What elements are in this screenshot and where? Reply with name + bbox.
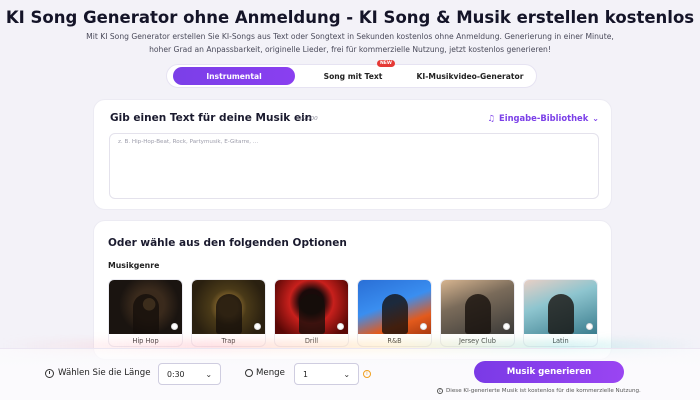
genre-card-jersey-club[interactable]: Jersey Club (440, 279, 515, 347)
quantity-select[interactable]: 1 ⌄ (294, 363, 359, 385)
latin-thumbnail (524, 280, 597, 334)
genre-radio[interactable] (254, 323, 261, 330)
quantity-label-text: Menge (256, 368, 285, 378)
info-icon[interactable]: i (363, 370, 371, 378)
tab-instrumental[interactable]: Instrumental (173, 67, 295, 85)
chevron-down-icon: ⌄ (205, 369, 212, 379)
page-subtitle: Mit KI Song Generator erstellen Sie KI-S… (86, 32, 614, 54)
genre-radio[interactable] (337, 323, 344, 330)
clock-icon (45, 368, 54, 378)
drill-thumbnail (275, 280, 348, 334)
length-select[interactable]: 0:30 ⌄ (158, 363, 221, 385)
hiphop-thumbnail (109, 280, 182, 334)
commercial-use-note: c Diese KI-generierte Musik ist kostenlo… (437, 388, 641, 394)
generate-label: Musik generieren (506, 367, 592, 377)
character-counter: 0/1000 (298, 116, 318, 122)
trap-thumbnail (192, 280, 265, 334)
tab-label: Song mit Text (323, 71, 383, 81)
options-card: Oder wähle aus den folgenden Optionen Mu… (93, 220, 612, 360)
input-library-button[interactable]: ♫ Eingabe-Bibliothek ⌄ (487, 113, 599, 123)
genre-card-drill[interactable]: Drill (274, 279, 349, 347)
mode-tabs: Instrumental Song mit Text NEW KI-Musikv… (166, 60, 537, 88)
new-badge: NEW (376, 60, 395, 67)
genre-radio[interactable] (503, 323, 510, 330)
quantity-value: 1 (303, 369, 308, 379)
tab-musikvideo-generator[interactable]: KI-Musikvideo-Generator (411, 67, 529, 85)
text-input-card: Gib einen Text für deine Musik ein 0/100… (93, 99, 612, 210)
library-label: Eingabe-Bibliothek (498, 113, 589, 123)
music-note-icon: ♫ (487, 113, 495, 123)
genre-radio[interactable] (586, 323, 593, 330)
quantity-label: Menge (245, 368, 285, 378)
jersey-club-thumbnail (441, 280, 514, 334)
copyright-icon: c (437, 388, 443, 394)
rnb-thumbnail (358, 280, 431, 334)
genre-radio[interactable] (171, 323, 178, 330)
music-prompt-textarea[interactable]: z. B. Hip-Hop-Beat, Rock, Partymusik, E-… (109, 133, 599, 199)
genre-card-trap[interactable]: Trap (191, 279, 266, 347)
chevron-down-icon: ⌄ (343, 369, 350, 379)
textarea-placeholder: z. B. Hip-Hop-Beat, Rock, Partymusik, E-… (118, 139, 259, 145)
chevron-down-icon: ⌄ (592, 113, 599, 123)
quantity-icon (245, 369, 253, 377)
input-card-title: Gib einen Text für deine Musik ein (110, 112, 313, 124)
tab-label: Instrumental (206, 71, 262, 81)
options-card-title: Oder wähle aus den folgenden Optionen (108, 237, 347, 249)
genre-list: Hip Hop Trap Drill R&B Jersey Club Latin (108, 279, 598, 347)
genre-section-label: Musikgenre (108, 261, 160, 270)
legal-text: Diese KI-generierte Musik ist kostenlos … (446, 388, 641, 394)
generate-music-button[interactable]: Musik generieren (474, 361, 624, 383)
genre-radio[interactable] (420, 323, 427, 330)
page-title: KI Song Generator ohne Anmeldung - KI So… (5, 8, 695, 27)
length-label-text: Wählen Sie die Länge (58, 368, 151, 378)
tab-label: KI-Musikvideo-Generator (416, 71, 524, 81)
tab-song-mit-text[interactable]: Song mit Text NEW (299, 60, 407, 85)
genre-card-hiphop[interactable]: Hip Hop (108, 279, 183, 347)
genre-card-rnb[interactable]: R&B (357, 279, 432, 347)
genre-card-latin[interactable]: Latin (523, 279, 598, 347)
length-value: 0:30 (167, 369, 185, 379)
length-label: Wählen Sie die Länge (45, 368, 150, 378)
